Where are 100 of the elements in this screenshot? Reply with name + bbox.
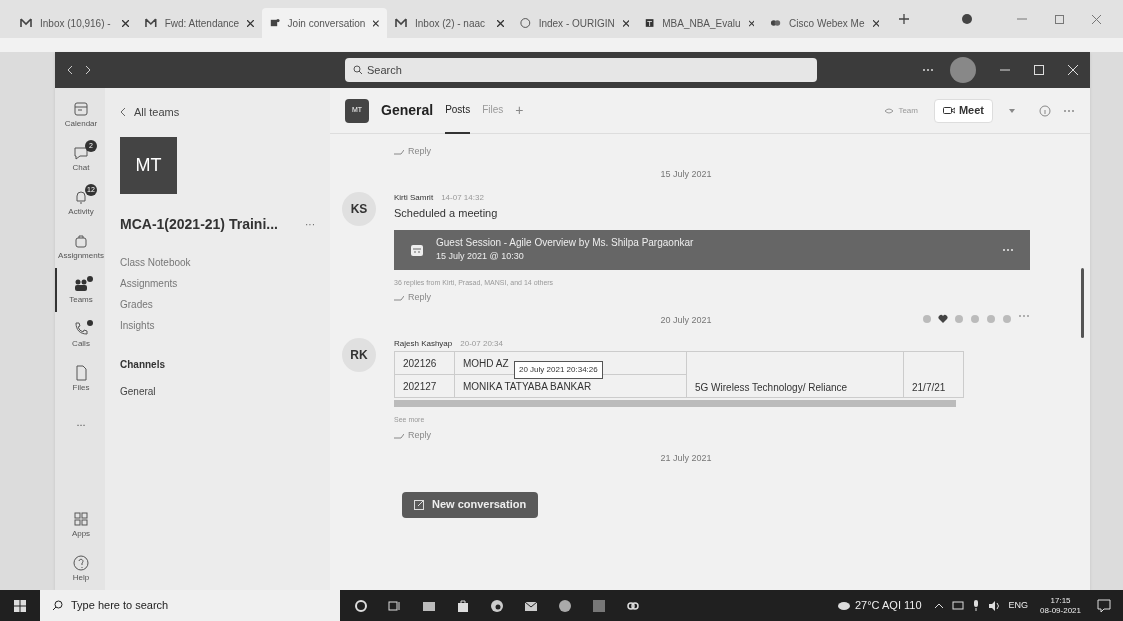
- channel-item[interactable]: General: [120, 383, 315, 399]
- message-text: Scheduled a meeting: [394, 206, 499, 221]
- team-menu-item[interactable]: Class Notebook: [120, 254, 315, 270]
- close-icon[interactable]: [373, 19, 379, 27]
- rail-button[interactable]: Assignments: [55, 224, 105, 268]
- speaker-icon[interactable]: [987, 600, 1001, 611]
- horizontal-scrollbar[interactable]: [394, 400, 956, 407]
- compose-icon: [414, 499, 424, 510]
- back-link[interactable]: All teams: [120, 104, 315, 121]
- mail-icon: [145, 17, 157, 29]
- browser-tab[interactable]: Fwd: Attendance: [137, 8, 262, 38]
- user-avatar: KS: [342, 192, 376, 226]
- team-avatar: MT: [120, 136, 177, 194]
- message-time: 14-07 14:32: [441, 192, 484, 204]
- chat-icon: [72, 144, 90, 162]
- channel-title: General: [381, 101, 434, 120]
- team-menu-item[interactable]: Grades: [120, 296, 315, 312]
- close-icon[interactable]: [622, 19, 629, 27]
- new-tab-icon[interactable]: [899, 14, 909, 24]
- calendar-icon: [72, 100, 90, 118]
- table-cell: 202127: [394, 374, 455, 398]
- calendar-icon: [410, 242, 424, 257]
- rail-button[interactable]: Calls: [55, 312, 105, 356]
- clock[interactable]: 17:15 08-09-2021: [1040, 595, 1081, 616]
- caret-icon[interactable]: [1009, 108, 1015, 113]
- channel-tab[interactable]: Posts: [445, 87, 471, 134]
- apps-icon: [72, 510, 90, 528]
- phone-icon: [72, 320, 90, 338]
- team-menu-item[interactable]: Assignments: [120, 275, 315, 291]
- teams-logo-icon: [270, 17, 280, 29]
- store-icon[interactable]: [456, 598, 470, 613]
- network-icon[interactable]: [951, 601, 964, 610]
- profile-icon[interactable]: [961, 13, 973, 25]
- reply-button[interactable]: Reply: [394, 288, 1030, 308]
- forward-icon[interactable]: [85, 65, 91, 75]
- team-name: MCA-1(2021-21) Traini...: [120, 214, 278, 234]
- meet-button[interactable]: Meet: [933, 98, 993, 123]
- mail-icon: [395, 17, 407, 29]
- language-indicator[interactable]: ENG: [1008, 598, 1029, 613]
- microphone-icon[interactable]: [971, 600, 980, 611]
- close-icon[interactable]: [247, 19, 254, 27]
- more-icon[interactable]: [922, 68, 934, 72]
- browser-tab[interactable]: Join conversation: [262, 8, 387, 38]
- reply-button[interactable]: Reply: [394, 142, 1030, 162]
- section-heading: Channels: [120, 357, 166, 372]
- date-divider: 15 July 2021: [660, 168, 712, 182]
- author-name: Kirti Samrit: [394, 192, 434, 204]
- webex-logo-icon: [770, 17, 782, 29]
- mail-icon: [20, 17, 32, 29]
- author-name: Rajesh Kashyap: [394, 338, 453, 350]
- scrollbar-thumb[interactable]: [1081, 268, 1084, 338]
- backpack-icon: [72, 232, 90, 250]
- weather-widget[interactable]: 27°C AQI 110: [837, 597, 922, 614]
- meeting-card[interactable]: Guest Session - Agile Overview by Ms. Shilpa Pargaonkar 15 July 2021 @ 10:30: [394, 229, 1030, 270]
- team-menu-item[interactable]: Insights: [120, 317, 315, 333]
- browser-tab[interactable]: MBA_NBA_Evalu: [637, 8, 762, 38]
- app-icon[interactable]: [592, 598, 606, 613]
- document-icon: [645, 17, 655, 29]
- cortana-icon[interactable]: [354, 598, 368, 613]
- more-icon[interactable]: [1002, 247, 1014, 252]
- close-icon[interactable]: [497, 19, 504, 27]
- browser-tab[interactable]: Cisco Webex Me: [762, 8, 887, 38]
- search-icon: [353, 65, 363, 75]
- timestamp-tooltip: 20 July 2021 20:34:26: [514, 361, 603, 379]
- table-cell: 202126: [394, 351, 455, 375]
- close-icon[interactable]: [872, 19, 879, 27]
- taskbar-search-field[interactable]: Type here to search: [40, 590, 340, 621]
- profile-avatar-icon[interactable]: [950, 57, 976, 83]
- back-icon[interactable]: [67, 65, 73, 75]
- browser-tab[interactable]: Inbox (10,916) -: [12, 8, 137, 38]
- meeting-time: 15 July 2021 @ 10:30: [436, 250, 525, 264]
- rail-button[interactable]: ...: [55, 400, 105, 444]
- browser-tab[interactable]: Index - OURIGIN: [512, 8, 637, 38]
- chevron-left-icon: [120, 107, 126, 118]
- windows-start-icon[interactable]: [14, 599, 26, 612]
- video-camera-icon: [942, 106, 955, 115]
- rail-button[interactable]: Apps: [55, 502, 105, 546]
- new-conversation-button[interactable]: New conversation: [402, 491, 539, 518]
- chevron-up-icon[interactable]: [933, 602, 944, 609]
- rail-button[interactable]: Files: [55, 356, 105, 400]
- more-icon[interactable]: ···: [305, 216, 315, 232]
- help-icon: [72, 554, 90, 572]
- rail-button[interactable]: Help: [55, 546, 105, 590]
- table-cell: 21/7/21: [903, 351, 964, 398]
- search-icon: [52, 600, 63, 611]
- date-divider: 21 July 2021: [660, 451, 712, 465]
- cloud-icon: [837, 601, 851, 610]
- close-icon[interactable]: [748, 19, 754, 27]
- close-icon[interactable]: [122, 19, 129, 27]
- heart-icon[interactable]: [938, 314, 948, 324]
- task-view-icon[interactable]: [388, 598, 402, 613]
- reply-button[interactable]: Reply: [394, 425, 1030, 446]
- date-divider: 20 July 2021: [660, 314, 712, 328]
- browser-tab[interactable]: Inbox (2) - naac: [387, 8, 512, 38]
- eye-icon: [884, 106, 895, 115]
- rail-button[interactable]: Calendar: [55, 92, 105, 136]
- add-tab-button[interactable]: +: [515, 100, 524, 121]
- search-field[interactable]: Search: [345, 58, 817, 82]
- browser-icon[interactable]: [490, 598, 504, 613]
- notifications-icon[interactable]: [1097, 598, 1111, 613]
